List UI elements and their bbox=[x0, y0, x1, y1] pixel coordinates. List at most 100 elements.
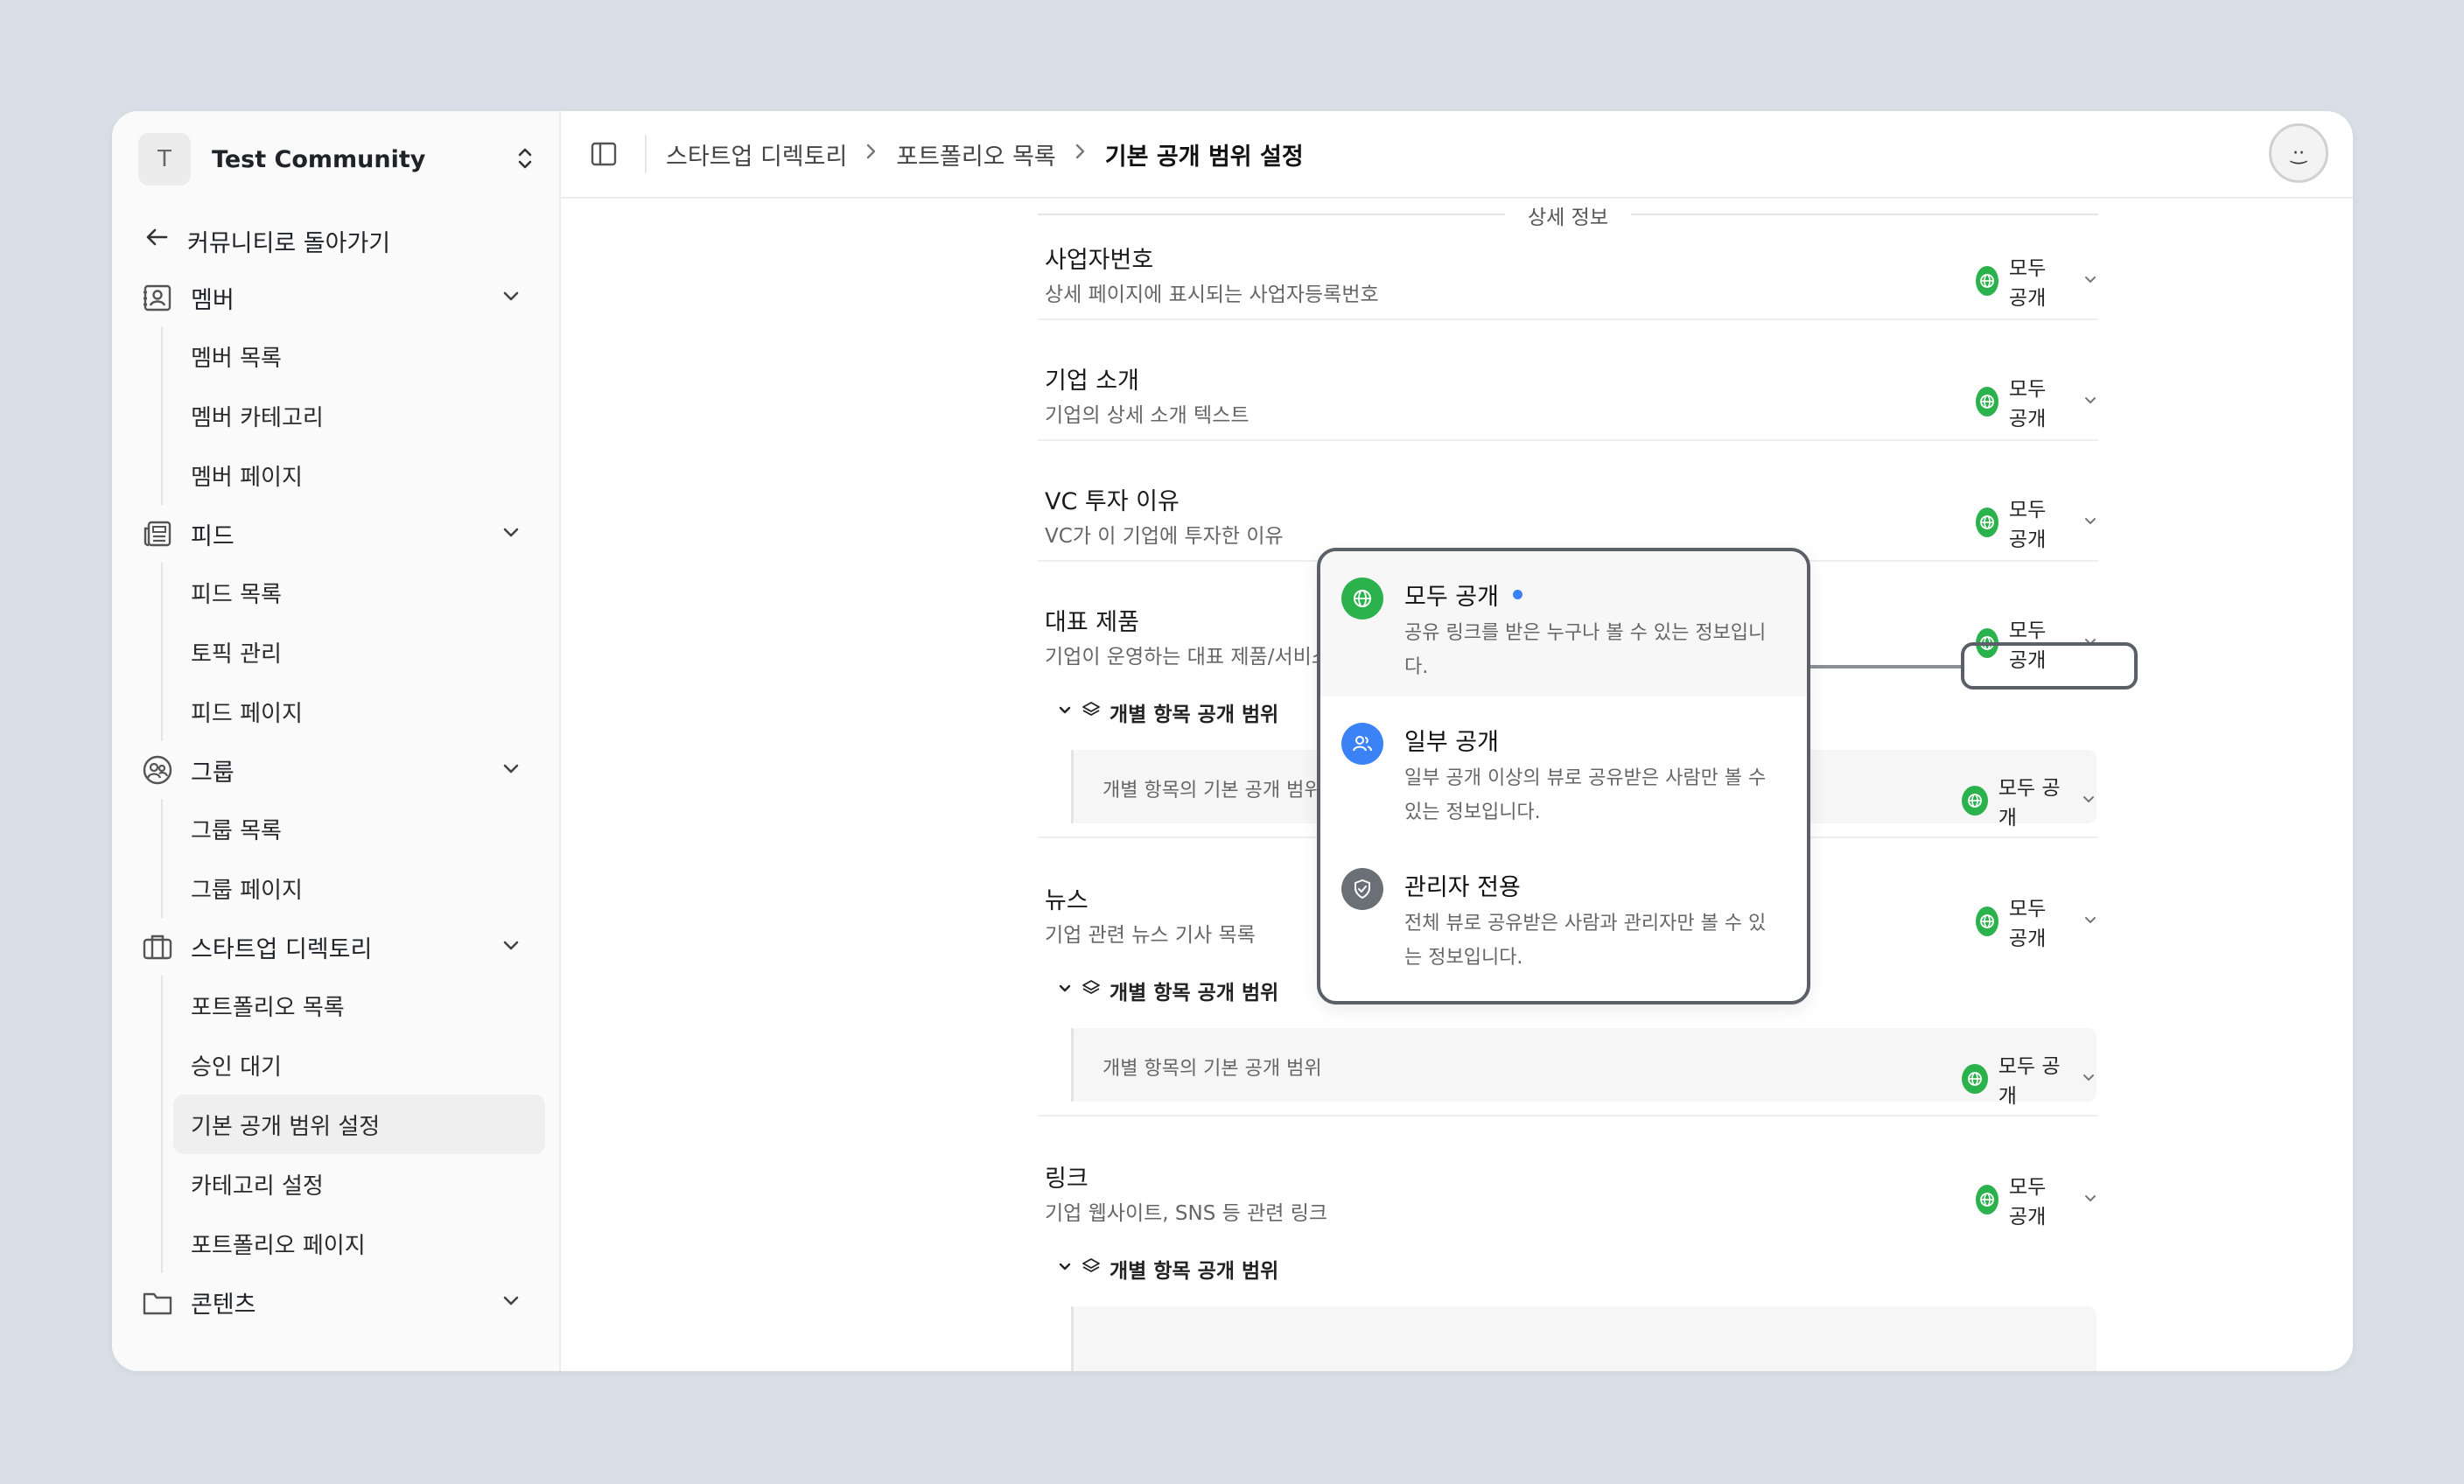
item-visibility-select[interactable]: 모두 공개 bbox=[1962, 771, 2096, 830]
sidebar-item-portfolio-list[interactable]: 포트폴리오 목록 bbox=[158, 976, 545, 1035]
app-window: T Test Community 커뮤니티로 돌아가기 멤버 멤버 목록 멤버 … bbox=[112, 111, 2353, 1371]
chevron-down-icon bbox=[500, 757, 522, 786]
layers-icon bbox=[1082, 700, 1101, 724]
chevron-down-icon bbox=[2081, 1068, 2096, 1090]
field-title: 대표 제품 bbox=[1045, 609, 1139, 636]
focused-visibility-select-ring bbox=[1961, 642, 2138, 690]
sidebar-item[interactable]: 토픽 관리 bbox=[158, 622, 545, 682]
visibility-label: 모두 공개 bbox=[2008, 378, 2047, 430]
top-bar: 스타트업 디렉토리 포트폴리오 목록 기본 공개 범위 설정 ·͜· bbox=[559, 111, 2353, 199]
option-description: 공유 링크를 받은 누구나 볼 수 있는 정보입니다. bbox=[1404, 622, 1767, 678]
sidebar-group-feed[interactable]: 피드 bbox=[112, 505, 559, 563]
globe-icon bbox=[1976, 508, 1998, 537]
sidebar-group-startup-directory[interactable]: 스타트업 디렉토리 bbox=[112, 918, 559, 976]
sidebar-item[interactable]: 멤버 목록 bbox=[158, 326, 545, 386]
visibility-label: 모두 공개 bbox=[2008, 257, 2047, 310]
sidebar-item-portfolio-page[interactable]: 포트폴리오 페이지 bbox=[158, 1214, 545, 1273]
option-public[interactable]: 모두 공개 공유 링크를 받은 누구나 볼 수 있는 정보입니다. bbox=[1320, 551, 1807, 696]
chevron-down-icon bbox=[1057, 1257, 1073, 1280]
sidebar-group-label: 피드 bbox=[191, 522, 234, 550]
breadcrumb-item[interactable]: 포트폴리오 목록 bbox=[896, 137, 1055, 172]
visibility-label: 모두 공개 bbox=[1998, 1055, 2061, 1108]
sidebar-group-label: 스타트업 디렉토리 bbox=[191, 935, 373, 963]
globe-icon bbox=[1976, 1185, 1998, 1214]
shield-icon bbox=[1341, 868, 1383, 910]
chevron-up-down-icon[interactable] bbox=[515, 145, 535, 173]
folder-icon bbox=[142, 1286, 173, 1318]
arrow-left-icon bbox=[144, 224, 170, 257]
sidebar-group-label: 그룹 bbox=[191, 759, 234, 787]
item-visibility-toggle[interactable]: 개별 항목 공개 범위 bbox=[1057, 976, 1278, 1005]
item-visibility-label: 개별 항목 공개 범위 bbox=[1110, 982, 1279, 1004]
option-partial[interactable]: 일부 공개 일부 공개 이상의 뷰로 공유받은 사람만 볼 수 있는 정보입니다… bbox=[1320, 696, 1807, 842]
divider bbox=[645, 135, 647, 173]
sidebar-item-category-settings[interactable]: 카테고리 설정 bbox=[158, 1154, 545, 1214]
visibility-select[interactable]: 모두 공개 bbox=[1976, 1170, 2098, 1229]
item-default-label: 개별 항목의 기본 공개 범위 bbox=[1102, 780, 1322, 802]
field-row-business-number: 사업자번호 상세 페이지에 표시되는 사업자등록번호 모두 공개 bbox=[1038, 241, 2098, 320]
sidebar-subitems: 포트폴리오 목록 승인 대기 기본 공개 범위 설정 카테고리 설정 포트폴리오… bbox=[158, 976, 559, 1273]
sidebar-item[interactable]: 멤버 페이지 bbox=[158, 445, 545, 505]
item-visibility-toggle[interactable]: 개별 항목 공개 범위 bbox=[1057, 697, 1278, 727]
sidebar-item[interactable]: 피드 목록 bbox=[158, 563, 545, 622]
sidebar-item[interactable]: 그룹 페이지 bbox=[158, 858, 545, 918]
sidebar-nav: 커뮤니티로 돌아가기 멤버 멤버 목록 멤버 카테고리 멤버 페이지 피드 피드… bbox=[112, 213, 559, 1331]
briefcase-icon bbox=[142, 931, 173, 962]
sidebar-group-member[interactable]: 멤버 bbox=[112, 269, 559, 326]
sidebar-item[interactable]: 피드 페이지 bbox=[158, 682, 545, 741]
user-avatar[interactable]: ·͜· bbox=[2269, 123, 2328, 183]
back-label: 커뮤니티로 돌아가기 bbox=[187, 229, 391, 257]
field-title: 뉴스 bbox=[1045, 887, 1088, 914]
member-icon bbox=[142, 282, 173, 313]
globe-icon bbox=[1976, 906, 1998, 936]
sidebar-group-content[interactable]: 콘텐츠 bbox=[112, 1273, 559, 1331]
sidebar-item-pending-approval[interactable]: 승인 대기 bbox=[158, 1035, 545, 1095]
chevron-down-icon bbox=[1057, 979, 1073, 1002]
sidebar-item[interactable]: 멤버 카테고리 bbox=[158, 386, 545, 445]
sidebar-subitems: 멤버 목록 멤버 카테고리 멤버 페이지 bbox=[158, 326, 559, 505]
globe-icon bbox=[1341, 578, 1383, 620]
chevron-down-icon bbox=[2082, 390, 2098, 413]
chevron-down-icon bbox=[500, 521, 522, 550]
field-description: 기업이 운영하는 대표 제품/서비스 bbox=[1045, 646, 1330, 668]
visibility-label: 모두 공개 bbox=[1998, 777, 2061, 830]
field-title: 사업자번호 bbox=[1045, 247, 1154, 274]
item-visibility-toggle[interactable]: 개별 항목 공개 범위 bbox=[1057, 1254, 1278, 1284]
users-icon bbox=[1341, 723, 1383, 765]
breadcrumb-current: 기본 공개 범위 설정 bbox=[1104, 143, 1304, 171]
globe-icon bbox=[1976, 266, 1998, 296]
feed-icon bbox=[142, 518, 173, 550]
sidebar-toggle-icon[interactable] bbox=[589, 139, 619, 169]
visibility-select[interactable]: 모두 공개 bbox=[1976, 493, 2098, 552]
option-description: 일부 공개 이상의 뷰로 공유받은 사람만 볼 수 있는 정보입니다. bbox=[1404, 767, 1767, 823]
option-admin-only[interactable]: 관리자 전용 전체 뷰로 공유받은 사람과 관리자만 볼 수 있는 정보입니다. bbox=[1320, 842, 1807, 987]
breadcrumb: 스타트업 디렉토리 포트폴리오 목록 기본 공개 범위 설정 bbox=[666, 137, 1304, 172]
field-title: 링크 bbox=[1045, 1166, 1088, 1193]
item-default-label: 개별 항목의 기본 공개 범위 bbox=[1102, 1058, 1322, 1080]
sidebar-subitems: 피드 목록 토픽 관리 피드 페이지 bbox=[158, 563, 559, 741]
field-title: 기업 소개 bbox=[1045, 368, 1139, 395]
sidebar-group-group[interactable]: 그룹 bbox=[112, 741, 559, 799]
option-label: 모두 공개 bbox=[1404, 584, 1499, 611]
breadcrumb-item[interactable]: 스타트업 디렉토리 bbox=[666, 137, 847, 172]
back-to-community-link[interactable]: 커뮤니티로 돌아가기 bbox=[112, 213, 559, 269]
visibility-label: 모두 공개 bbox=[2008, 499, 2047, 551]
visibility-select[interactable]: 모두 공개 bbox=[1976, 372, 2098, 431]
option-description: 전체 뷰로 공유받은 사람과 관리자만 볼 수 있는 정보입니다. bbox=[1404, 913, 1767, 969]
chevron-down-icon bbox=[2082, 511, 2098, 534]
selected-indicator bbox=[1512, 590, 1522, 599]
item-visibility-select[interactable]: 모두 공개 bbox=[1962, 1049, 2096, 1109]
globe-icon bbox=[1962, 786, 1988, 816]
chevron-down-icon bbox=[1057, 701, 1073, 724]
sidebar-group-label: 멤버 bbox=[191, 286, 234, 314]
visibility-select[interactable]: 모두 공개 bbox=[1976, 251, 2098, 311]
visibility-label: 모두 공개 bbox=[2008, 1176, 2047, 1228]
field-description: 기업 웹사이트, SNS 등 관련 링크 bbox=[1045, 1202, 1328, 1225]
sidebar-item[interactable]: 그룹 목록 bbox=[158, 799, 545, 858]
globe-icon bbox=[1976, 387, 1998, 416]
chevron-down-icon bbox=[2081, 789, 2096, 812]
workspace-switcher[interactable]: T Test Community bbox=[138, 132, 535, 186]
chevron-down-icon bbox=[500, 284, 522, 313]
sidebar-item-default-visibility[interactable]: 기본 공개 범위 설정 bbox=[173, 1095, 545, 1154]
visibility-select[interactable]: 모두 공개 bbox=[1976, 892, 2098, 951]
